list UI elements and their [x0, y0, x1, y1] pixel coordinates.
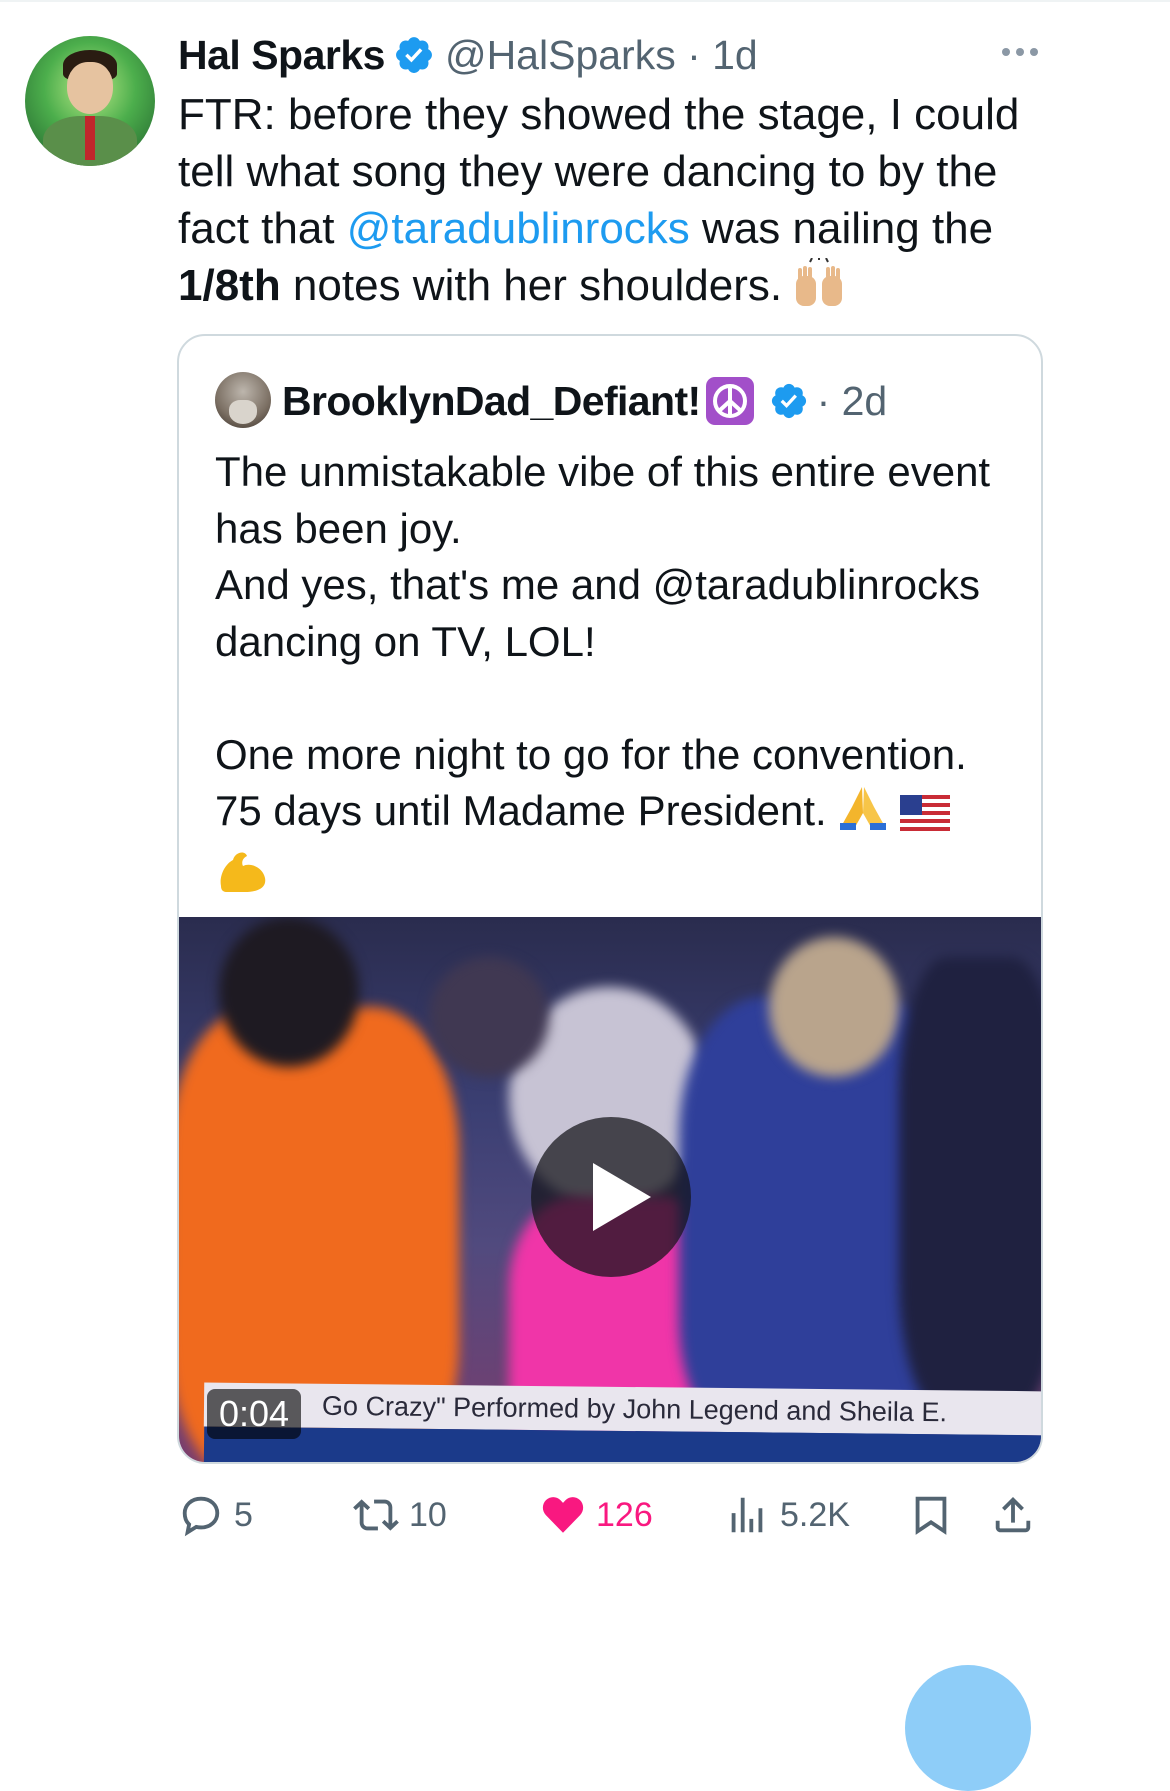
verified-icon	[396, 37, 432, 73]
repost-count: 10	[409, 1495, 447, 1534]
tweet-text-part: notes with her shoulders.	[280, 261, 783, 310]
play-icon[interactable]	[531, 1117, 691, 1277]
video-player[interactable]: Go Crazy" Performed by John Legend and S…	[179, 917, 1041, 1462]
tweet-text: FTR: before they showed the stage, I cou…	[178, 86, 1058, 314]
views-count: 5.2K	[780, 1495, 850, 1534]
views-button[interactable]: 5.2K	[724, 1480, 850, 1550]
like-icon	[542, 1497, 584, 1533]
folded-hands-icon	[840, 787, 887, 830]
flexed-biceps-icon	[220, 852, 266, 892]
share-button[interactable]	[990, 1480, 1046, 1550]
verified-icon	[771, 383, 806, 419]
quoted-avatar[interactable]	[215, 372, 271, 428]
like-button[interactable]: 126	[540, 1480, 653, 1550]
action-bar: 5 10 126 5.2K	[178, 1480, 1048, 1550]
avatar-face	[67, 62, 113, 114]
video-bg	[219, 917, 359, 1067]
author-name[interactable]: Hal Sparks	[178, 32, 385, 79]
quoted-text: The unmistakable vibe of this entire eve…	[215, 444, 1015, 894]
peace-symbol-icon	[705, 377, 754, 425]
video-bg	[769, 937, 899, 1077]
views-icon	[731, 1497, 763, 1533]
bookmark-button[interactable]	[908, 1480, 964, 1550]
top-divider	[0, 0, 1170, 2]
reply-icon	[182, 1496, 220, 1537]
bookmark-icon	[915, 1496, 947, 1535]
raising-hands-icon	[796, 258, 843, 306]
quoted-author-name[interactable]: BrooklynDad_Defiant!	[282, 378, 701, 425]
tweet-header: Hal Sparks @HalSparks · 1d	[178, 28, 758, 82]
quoted-text-body: The unmistakable vibe of this entire eve…	[215, 448, 991, 834]
tweet-bold-text: 1/8th	[178, 261, 281, 310]
quoted-time[interactable]: · 2d	[817, 378, 888, 425]
video-bg	[899, 957, 1041, 1417]
quoted-header: BrooklynDad_Defiant! · 2d	[282, 372, 887, 430]
more-icon[interactable]	[1000, 40, 1040, 64]
avatar[interactable]	[25, 36, 155, 166]
us-flag-icon	[900, 795, 951, 831]
repost-icon	[353, 1499, 399, 1531]
video-duration: 0:04	[207, 1389, 302, 1439]
video-bg	[429, 957, 549, 1077]
repost-button[interactable]: 10	[353, 1480, 447, 1550]
quoted-tweet-card[interactable]: BrooklynDad_Defiant! · 2d The unmistakab…	[177, 334, 1043, 1464]
compose-fab[interactable]	[905, 1665, 1031, 1791]
reply-count: 5	[234, 1495, 253, 1534]
like-count: 126	[596, 1495, 653, 1534]
reply-button[interactable]: 5	[178, 1480, 253, 1550]
avatar-beard	[229, 400, 257, 424]
tweet-text-part: was nailing the	[689, 204, 994, 253]
avatar-tie	[85, 116, 95, 160]
author-handle-time[interactable]: @HalSparks · 1d	[445, 32, 758, 79]
mention-link[interactable]: @taradublinrocks	[347, 204, 690, 253]
share-icon	[995, 1496, 1031, 1533]
